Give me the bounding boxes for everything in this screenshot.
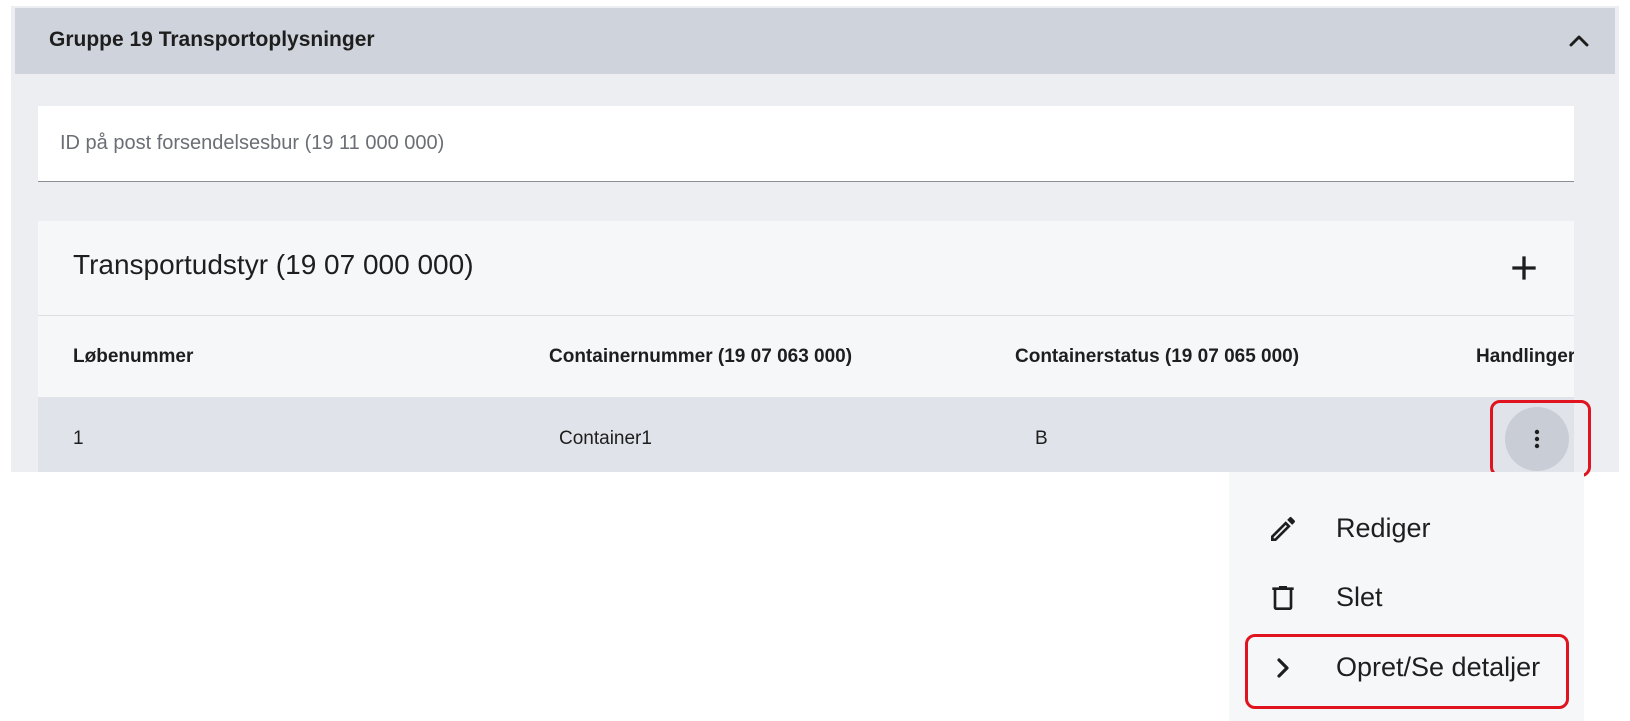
row-actions-menu: Rediger Slet Opret/Se detaljer	[1229, 472, 1584, 721]
table-card-header: Transportudstyr (19 07 000 000)	[38, 221, 1574, 316]
group-header[interactable]: Gruppe 19 Transportoplysninger	[15, 8, 1615, 74]
post-cage-id-field	[38, 106, 1574, 182]
menu-item-opret-se-detaljer[interactable]: Opret/Se detaljer	[1229, 635, 1584, 701]
transport-equipment-card: Transportudstyr (19 07 000 000) Løbenumm…	[38, 221, 1574, 472]
column-header-containernummer[interactable]: Containernummer (19 07 063 000)	[549, 346, 852, 368]
menu-item-label: Rediger	[1336, 513, 1431, 543]
table-title: Transportudstyr (19 07 000 000)	[73, 249, 474, 280]
table-row[interactable]: 1 Container1 B	[38, 397, 1574, 472]
plus-icon[interactable]	[1504, 248, 1544, 288]
pencil-icon	[1267, 513, 1299, 545]
column-header-handlinger: Handlinger	[1476, 346, 1574, 367]
column-header-loebenummer[interactable]: Løbenummer	[73, 346, 193, 368]
chevron-right-icon	[1267, 652, 1299, 684]
table-header-row: Løbenummer Containernummer (19 07 063 00…	[38, 316, 1574, 395]
more-vertical-icon	[1534, 429, 1540, 449]
column-header-containerstatus[interactable]: Containerstatus (19 07 065 000)	[1015, 346, 1299, 368]
group-title: Gruppe 19 Transportoplysninger	[49, 28, 375, 51]
trash-icon	[1267, 582, 1299, 614]
chevron-up-icon[interactable]	[1563, 25, 1595, 57]
cell-containernummer: Container1	[559, 428, 652, 449]
cell-loebenummer: 1	[73, 428, 84, 449]
screenshot: Gruppe 19 Transportoplysninger Transport…	[0, 0, 1630, 721]
cell-containerstatus: B	[1035, 428, 1048, 449]
post-cage-id-input[interactable]	[38, 106, 1574, 181]
row-actions-button[interactable]	[1505, 407, 1569, 471]
menu-item-slet[interactable]: Slet	[1229, 565, 1584, 631]
menu-item-rediger[interactable]: Rediger	[1229, 496, 1584, 562]
menu-item-label: Opret/Se detaljer	[1336, 652, 1541, 682]
menu-item-label: Slet	[1336, 582, 1383, 612]
